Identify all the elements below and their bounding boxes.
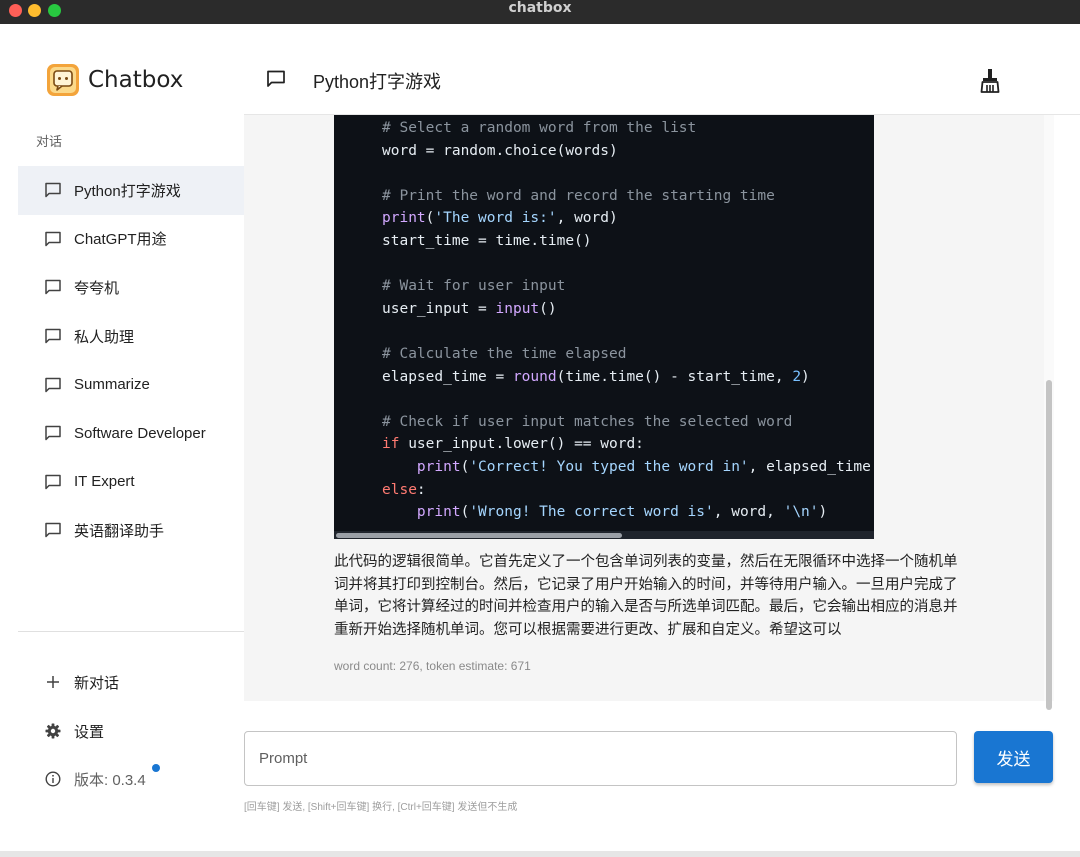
code-token: , elapsed_time bbox=[748, 458, 871, 475]
sidebar-item-praise-bot[interactable]: 夸夸机 bbox=[18, 263, 244, 312]
window-title: chatbox bbox=[508, 0, 572, 16]
chat-bubble-icon bbox=[45, 231, 61, 247]
code-token: round bbox=[512, 368, 557, 385]
info-icon bbox=[44, 770, 62, 788]
window-bottom-edge bbox=[0, 851, 1080, 857]
code-block: # Select a random word from the list wor… bbox=[334, 115, 874, 539]
sidebar-item-python-typing-game[interactable]: Python打字游戏 bbox=[18, 166, 244, 215]
code-token: user_input.lower() == word: bbox=[399, 436, 644, 453]
code-token: 'Wrong! The correct word is' bbox=[469, 504, 714, 521]
plus-icon bbox=[44, 673, 62, 691]
sidebar-item-summarize[interactable]: Summarize bbox=[18, 360, 244, 409]
chat-bubble-icon bbox=[45, 426, 61, 441]
code-token: # Wait for user input bbox=[382, 278, 566, 295]
sidebar-item-software-developer[interactable]: Software Developer bbox=[18, 409, 244, 458]
code-token: () bbox=[539, 300, 557, 317]
page-title: Python打字游戏 bbox=[313, 72, 442, 92]
sidebar-item-label: ChatGPT用途 bbox=[74, 231, 167, 249]
version-label: 版本: 0.3.4 bbox=[74, 771, 146, 789]
sidebar: Chatbox 对话 Python打字游戏 ChatGPT用途 夸夸机 私人助理… bbox=[0, 24, 244, 857]
chat-bubble-icon bbox=[45, 523, 61, 538]
brand-name: Chatbox bbox=[88, 67, 184, 93]
code-content: # Select a random word from the list wor… bbox=[382, 117, 871, 524]
code-token: : bbox=[416, 481, 426, 498]
code-token: (time.time() - start_time, bbox=[556, 368, 793, 385]
code-token: else bbox=[382, 481, 417, 498]
code-token: # Check if user input matches the select… bbox=[382, 413, 793, 430]
code-token: print bbox=[416, 504, 461, 521]
chat-header: Python打字游戏 bbox=[244, 24, 1080, 115]
keyboard-hint: [回车键] 发送, [Shift+回车键] 换行, [Ctrl+回车键] 发送但… bbox=[244, 802, 518, 813]
sidebar-item-label: Summarize bbox=[74, 376, 150, 394]
chat-bubble-icon bbox=[45, 280, 61, 295]
code-token: elapsed_time = bbox=[382, 368, 513, 385]
chat-bubble-icon bbox=[45, 377, 61, 392]
sidebar-item-label: Software Developer bbox=[74, 424, 206, 442]
code-token: # Print the word and record the starting… bbox=[382, 187, 775, 204]
code-token: print bbox=[416, 458, 461, 475]
sidebar-divider bbox=[18, 631, 244, 632]
assistant-message-text: 此代码的逻辑很简单。它首先定义了一个包含单词列表的变量，然后在无限循环中选择一个… bbox=[334, 554, 958, 638]
code-token: ) bbox=[818, 504, 828, 521]
new-chat-button[interactable]: 新对话 bbox=[44, 670, 119, 694]
code-token: # Select a random word from the list bbox=[382, 120, 697, 136]
new-chat-label: 新对话 bbox=[74, 674, 120, 692]
prompt-input[interactable] bbox=[244, 731, 957, 786]
code-scrollbar-thumb[interactable] bbox=[336, 533, 622, 538]
code-token: start_time = time.time() bbox=[382, 232, 592, 249]
brand: Chatbox bbox=[46, 62, 183, 98]
code-token: if bbox=[382, 436, 400, 453]
window-title-bar: chatbox bbox=[0, 0, 1080, 24]
code-token: ( bbox=[460, 504, 470, 521]
sidebar-item-label: 夸夸机 bbox=[74, 279, 120, 297]
message-scrollbar-thumb[interactable] bbox=[1046, 380, 1052, 710]
code-token: , word, bbox=[713, 504, 784, 521]
code-token: user_input = bbox=[382, 300, 496, 317]
sidebar-item-personal-assistant[interactable]: 私人助理 bbox=[18, 312, 244, 361]
sidebar-item-label: IT Expert bbox=[74, 473, 135, 491]
settings-button[interactable]: 设置 bbox=[44, 719, 104, 743]
chat-bubble-icon bbox=[45, 474, 61, 490]
code-token: 'The word is:' bbox=[434, 210, 557, 227]
chat-bubble-icon bbox=[45, 183, 61, 198]
code-token: print bbox=[382, 210, 426, 227]
code-token: , word) bbox=[556, 210, 618, 227]
chatbox-logo-icon bbox=[47, 64, 79, 96]
code-token: word = random.choice(words) bbox=[382, 142, 618, 159]
broom-icon[interactable] bbox=[978, 68, 1002, 94]
code-token: ( bbox=[460, 458, 470, 475]
code-token: # Calculate the time elapsed bbox=[382, 345, 627, 362]
conversations-section-label: 对话 bbox=[36, 134, 63, 149]
code-token: 2 bbox=[792, 368, 802, 385]
sidebar-item-it-expert[interactable]: IT Expert bbox=[18, 458, 244, 507]
sidebar-item-chatgpt-uses[interactable]: ChatGPT用途 bbox=[18, 215, 244, 264]
version-info[interactable]: 版本: 0.3.4 bbox=[44, 767, 146, 791]
sidebar-item-label: 私人助理 bbox=[74, 328, 135, 346]
code-token: ) bbox=[801, 368, 810, 385]
chat-bubble-icon bbox=[45, 328, 61, 344]
sidebar-item-label: 英语翻译助手 bbox=[74, 522, 165, 540]
send-button[interactable]: 发送 bbox=[974, 731, 1053, 783]
update-available-dot bbox=[152, 764, 160, 772]
conversation-list: Python打字游戏 ChatGPT用途 夸夸机 私人助理 Summarize … bbox=[18, 166, 244, 555]
chat-bubble-icon bbox=[267, 70, 285, 87]
settings-label: 设置 bbox=[74, 723, 105, 741]
gear-icon bbox=[44, 722, 62, 740]
word-count: word count: 276, token estimate: 671 bbox=[334, 659, 531, 673]
message-area: # Select a random word from the list wor… bbox=[244, 115, 1044, 701]
code-token: input bbox=[495, 300, 540, 317]
code-token: '\n' bbox=[783, 504, 819, 521]
code-token: 'Correct! You typed the word in' bbox=[469, 458, 749, 475]
sidebar-item-label: Python打字游戏 bbox=[74, 182, 181, 200]
sidebar-item-english-translator[interactable]: 英语翻译助手 bbox=[18, 506, 244, 555]
